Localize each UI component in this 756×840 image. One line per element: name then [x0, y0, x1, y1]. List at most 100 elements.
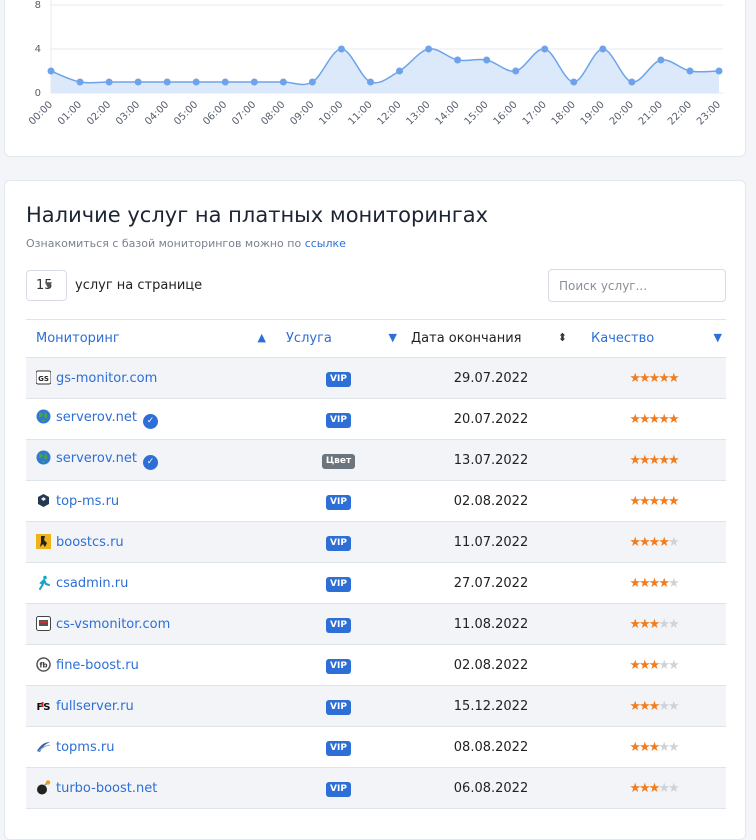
- star-empty-icon: ★: [667, 739, 680, 755]
- cs-icon: [36, 534, 51, 549]
- verified-check-icon: ✓: [142, 455, 158, 470]
- verified-check-icon: ✓: [142, 414, 158, 429]
- end-date-cell: 06.08.2022: [401, 767, 581, 809]
- monitoring-link[interactable]: gs-monitor.com: [56, 371, 157, 386]
- x-tick-label: 06:00: [201, 99, 229, 127]
- quality-stars: ★★★★★: [629, 493, 679, 509]
- runner-icon: [36, 575, 51, 590]
- star-empty-icon: ★: [667, 575, 680, 591]
- data-point: [250, 78, 258, 86]
- service-badge: Цвет: [321, 453, 356, 469]
- star-filled-icon: ★: [648, 411, 661, 427]
- sort-asc-icon: ▲: [257, 331, 266, 344]
- star-empty-icon: ★: [658, 739, 670, 755]
- column-header-monitoring[interactable]: Мониторинг ▲: [26, 319, 276, 358]
- table-header-row: Мониторинг ▲ Услуга ▼ Дата окончания ⬍ Каче…: [26, 319, 726, 358]
- column-header-quality[interactable]: Качество ▼: [581, 319, 726, 358]
- star-filled-icon: ★: [667, 452, 680, 468]
- column-header-end-date[interactable]: Дата окончания ⬍: [401, 319, 581, 358]
- monitoring-link[interactable]: boostcs.ru: [56, 535, 124, 550]
- chevron-down-icon: ▼: [388, 331, 397, 344]
- star-filled-icon: ★: [629, 616, 641, 632]
- x-tick-label: 17:00: [521, 99, 549, 127]
- star-filled-icon: ★: [639, 780, 651, 796]
- end-date-cell: 02.08.2022: [401, 644, 581, 686]
- y-tick-label: 0: [35, 88, 41, 99]
- x-tick-label: 05:00: [172, 99, 200, 127]
- column-label: Мониторинг: [36, 331, 120, 346]
- per-page-select[interactable]: 15 ▼: [26, 270, 67, 301]
- star-empty-icon: ★: [667, 780, 680, 796]
- monitoring-link[interactable]: serverov.net: [56, 410, 137, 425]
- column-label: Дата окончания: [411, 331, 522, 346]
- monitoring-cell: csadmin.ru: [26, 562, 276, 604]
- end-date-cell: 11.08.2022: [401, 603, 581, 645]
- section-subtitle: Ознакомиться с базой мониторингов можно …: [26, 237, 346, 250]
- column-header-service[interactable]: Услуга ▼: [276, 319, 401, 358]
- service-badge: VIP: [326, 371, 351, 387]
- star-empty-icon: ★: [658, 698, 670, 714]
- monitoring-cell: serverov.net ✓: [26, 398, 276, 440]
- data-point: [599, 45, 607, 53]
- quality-stars: ★★★★★: [629, 616, 679, 632]
- star-filled-icon: ★: [629, 534, 641, 550]
- fb-icon: fb: [36, 657, 51, 672]
- per-page-label: услуг на странице: [75, 278, 203, 293]
- service-badge: VIP: [326, 494, 351, 510]
- quality-stars: ★★★★★: [629, 575, 680, 591]
- monitoring-cell: FS fullserver.ru: [26, 685, 276, 727]
- monitoring-link[interactable]: fine-boost.ru: [56, 658, 139, 673]
- star-filled-icon: ★: [639, 452, 651, 468]
- quality-cell: ★★★★★: [581, 521, 726, 563]
- table-row: fb fine-boost.ru VIP 02.08.2022 ★★★★★: [26, 644, 726, 686]
- monitoring-link[interactable]: cs-vsmonitor.com: [56, 617, 170, 632]
- column-label: Качество: [591, 331, 655, 346]
- column-label: Услуга: [286, 331, 332, 346]
- monitoring-base-link[interactable]: ссылке: [305, 237, 346, 250]
- service-badge: VIP: [326, 412, 351, 428]
- monitoring-cell: top-ms.ru: [26, 480, 276, 522]
- data-point: [134, 78, 142, 86]
- x-tick-label: 08:00: [259, 99, 287, 127]
- data-point: [512, 67, 520, 75]
- quality-stars: ★★★★★: [629, 534, 679, 550]
- monitoring-link[interactable]: turbo-boost.net: [56, 781, 157, 796]
- monitoring-link[interactable]: topms.ru: [56, 740, 114, 755]
- end-date-cell: 11.07.2022: [401, 521, 581, 563]
- cube-icon: [36, 493, 51, 508]
- monitoring-link[interactable]: serverov.net: [56, 451, 137, 466]
- service-cell: VIP: [276, 357, 401, 399]
- table-body: GS gs-monitor.com VIP 29.07.2022 ★★★★★ server…: [26, 357, 726, 809]
- monitoring-link[interactable]: csadmin.ru: [56, 576, 128, 591]
- monitoring-link[interactable]: top-ms.ru: [56, 494, 119, 509]
- monitoring-cell: fb fine-boost.ru: [26, 644, 276, 686]
- service-badge: VIP: [326, 617, 351, 633]
- data-point: [105, 78, 113, 86]
- hourly-chart: 0 4 8 00:00 01:00 02:00 03:00 04:00 05:00 06:00 07…: [27, 0, 723, 128]
- quality-cell: ★★★★★: [581, 726, 726, 768]
- table-row: serverov.net ✓ VIP 20.07.2022 ★★★★★: [26, 398, 726, 440]
- star-filled-icon: ★: [629, 780, 641, 796]
- service-cell: VIP: [276, 562, 401, 604]
- quality-cell: ★★★★★: [581, 398, 726, 440]
- star-filled-icon: ★: [658, 411, 670, 427]
- end-date-cell: 02.08.2022: [401, 480, 581, 522]
- service-cell: VIP: [276, 398, 401, 440]
- monitoring-link[interactable]: fullserver.ru: [56, 699, 134, 714]
- end-date-cell: 13.07.2022: [401, 439, 581, 481]
- star-empty-icon: ★: [667, 698, 680, 714]
- x-tick-label: 04:00: [143, 99, 171, 127]
- star-filled-icon: ★: [629, 493, 641, 509]
- quality-stars: ★★★★★: [629, 780, 680, 796]
- x-tick-label: 21:00: [637, 99, 665, 127]
- x-tick-label: 18:00: [550, 99, 578, 127]
- star-filled-icon: ★: [658, 493, 670, 509]
- quality-stars: ★★★★★: [629, 739, 680, 755]
- x-tick-label: 22:00: [666, 99, 694, 127]
- search-input[interactable]: [548, 269, 726, 302]
- x-tick-label: 16:00: [492, 99, 520, 127]
- quality-cell: ★★★★★: [581, 603, 726, 645]
- star-empty-icon: ★: [658, 657, 670, 673]
- x-tick-label: 01:00: [56, 99, 84, 127]
- service-cell: Цвет: [276, 439, 401, 481]
